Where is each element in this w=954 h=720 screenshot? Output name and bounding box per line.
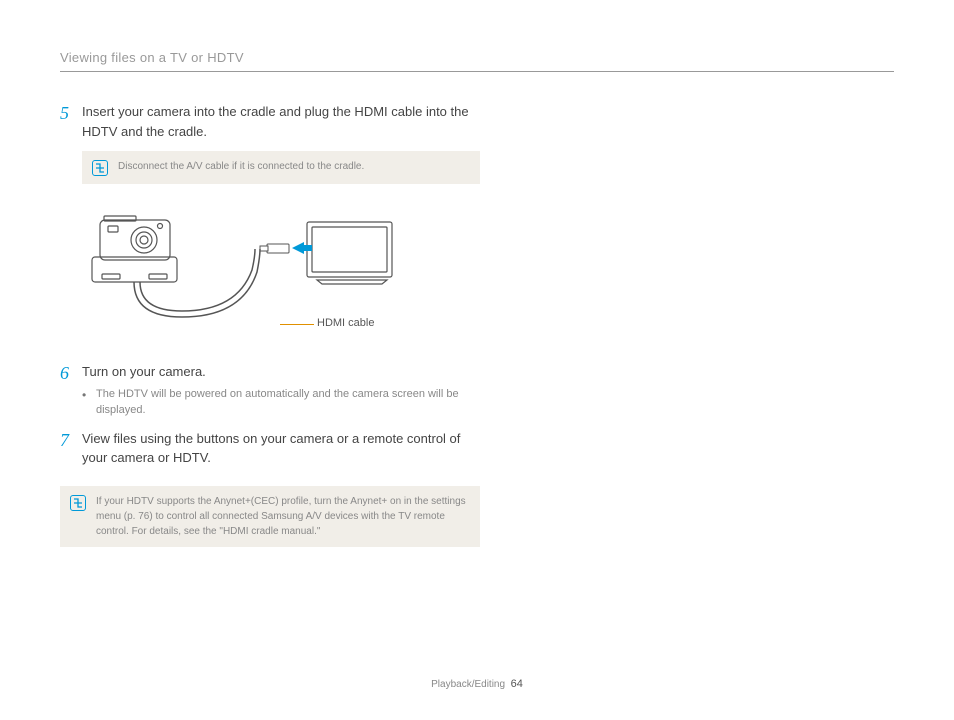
content-column: 5 Insert your camera into the cradle and… — [60, 102, 480, 547]
step-5-number: 5 — [60, 102, 82, 125]
anynet-note-text: If your HDTV supports the Anynet+(CEC) p… — [96, 494, 470, 539]
connection-diagram: HDMI cable — [82, 202, 480, 342]
step-7: 7 View files using the buttons on your c… — [60, 429, 480, 468]
page-footer: Playback/Editing 64 — [0, 678, 954, 690]
note-icon — [92, 160, 108, 176]
step-6-bullet: • The HDTV will be powered on automatica… — [82, 386, 480, 419]
hdmi-cable-label: HDMI cable — [317, 317, 374, 329]
step-5-note-text: Disconnect the A/V cable if it is connec… — [118, 159, 364, 174]
footer-page-number: 64 — [511, 678, 523, 690]
step-6: 6 Turn on your camera. • The HDTV will b… — [60, 362, 480, 419]
footer-section: Playback/Editing — [431, 679, 505, 690]
bullet-dot: • — [82, 386, 96, 404]
step-7-number: 7 — [60, 429, 82, 452]
anynet-note: If your HDTV supports the Anynet+(CEC) p… — [60, 486, 480, 547]
step-6-text: Turn on your camera. — [82, 362, 480, 382]
step-5-text: Insert your camera into the cradle and p… — [82, 102, 480, 141]
step-6-bullet-text: The HDTV will be powered on automaticall… — [96, 386, 480, 419]
step-6-number: 6 — [60, 362, 82, 385]
page-header: Viewing files on a TV or HDTV — [60, 50, 894, 72]
note-icon — [70, 495, 86, 511]
callout-line — [280, 324, 314, 325]
step-5: 5 Insert your camera into the cradle and… — [60, 102, 480, 141]
step-5-note: Disconnect the A/V cable if it is connec… — [82, 151, 480, 184]
step-7-text: View files using the buttons on your cam… — [82, 429, 480, 468]
